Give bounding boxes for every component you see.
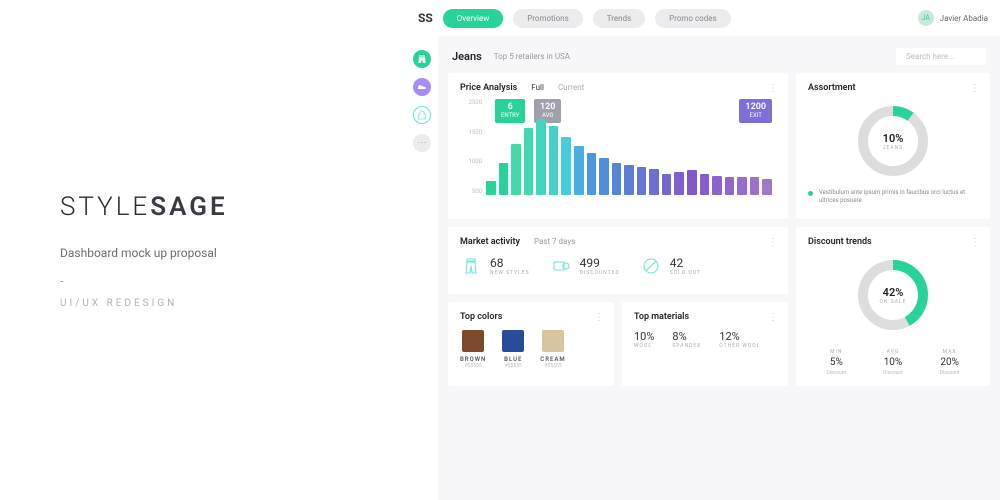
bag-icon[interactable] — [413, 106, 431, 124]
bar — [524, 128, 534, 195]
activity-icon — [640, 255, 662, 277]
material-item: 8%SPANDEX — [672, 330, 701, 349]
bar — [687, 170, 697, 195]
bar — [624, 165, 634, 195]
card-menu-icon[interactable]: ⋮ — [768, 83, 778, 94]
bar — [674, 172, 684, 195]
page-header: Jeans Top 5 retailers in USA Search here… — [448, 44, 990, 73]
discount-stat: AVG10%Discount — [883, 349, 903, 376]
activity-icon — [550, 255, 572, 277]
assortment-card: Assortment ⋮ 10%JEANS Vestibulum ante ip… — [796, 73, 990, 219]
legend-dot-icon — [808, 191, 813, 196]
activity-item: 42SOLD OUT — [640, 255, 701, 277]
page-subtitle: Top 5 retailers in USA — [494, 52, 570, 61]
price-tab-full[interactable]: Full — [531, 83, 544, 92]
bar — [637, 167, 647, 195]
avatar: JA — [918, 10, 934, 26]
market-activity-card: Market activityPast 7 days ⋮ 68NEW STYLE… — [448, 227, 788, 294]
bar — [762, 179, 772, 195]
activity-item: 68NEW STYLES — [460, 255, 530, 277]
top-materials-card: Top materials ⋮ 10%WOOL8%SPANDEX12%OTHER… — [622, 302, 788, 386]
price-tab-current[interactable]: Current — [558, 83, 584, 92]
intro-dash: - — [60, 274, 346, 288]
materials-row: 10%WOOL 8%SPANDEX 12%OTHER WOOL — [634, 330, 776, 349]
tab-promotions[interactable]: Promotions — [513, 9, 583, 28]
activity-row: 68NEW STYLES 499DISCOUNTED 42SOLD OUT — [460, 255, 776, 277]
assortment-legend: Vestibulum ante ipsum primis in faucibus… — [808, 189, 978, 205]
app-logo: SS — [418, 11, 433, 25]
bar — [612, 163, 622, 195]
price-title: Price Analysis — [460, 83, 517, 93]
intro-subtitle: Dashboard mock up proposal — [60, 246, 346, 260]
discount-stat: MIN5%Discount — [826, 349, 846, 376]
user-menu[interactable]: JA Javier Abadia — [918, 10, 988, 26]
assortment-donut: 10%JEANS — [853, 101, 933, 181]
bar — [649, 169, 659, 195]
search-input[interactable]: Search here... — [896, 48, 986, 65]
color-swatch — [542, 330, 564, 352]
bar — [574, 146, 584, 195]
pants-icon[interactable] — [413, 50, 431, 68]
color-item: CREAM#55555 — [540, 330, 565, 369]
bar — [499, 163, 509, 195]
discount-trends-card: Discount trends ⋮ 42%ON SALE MIN5%Discou… — [796, 227, 990, 386]
y-axis: 250015001000500 — [460, 99, 482, 195]
card-menu-icon[interactable]: ⋮ — [768, 312, 778, 323]
bar — [725, 177, 735, 195]
card-menu-icon[interactable]: ⋮ — [970, 237, 980, 248]
price-chart: 250015001000500 6ENTRY 120AVG 1200EXIT — [460, 99, 776, 209]
shoe-icon[interactable] — [413, 78, 431, 96]
page-title: Jeans — [452, 50, 482, 63]
bar — [486, 181, 496, 195]
user-name: Javier Abadia — [940, 14, 988, 23]
activity-icon — [460, 255, 482, 277]
topbar: SS Overview Promotions Trends Promo code… — [406, 0, 1000, 36]
app-frame: SS Overview Promotions Trends Promo code… — [406, 0, 1000, 500]
bar — [737, 177, 747, 195]
bar — [511, 144, 521, 195]
card-menu-icon[interactable]: ⋮ — [768, 237, 778, 248]
colors-row: BROWN#55555 BLUE#55555 CREAM#55555 — [460, 330, 602, 369]
bar — [549, 126, 559, 195]
content-area: Jeans Top 5 retailers in USA Search here… — [438, 36, 1000, 500]
tab-trends[interactable]: Trends — [593, 9, 645, 28]
bar — [587, 153, 597, 195]
bar — [561, 137, 571, 195]
color-item: BLUE#55555 — [502, 330, 524, 369]
tab-overview[interactable]: Overview — [443, 9, 503, 28]
discount-stats: MIN5%Discount AVG10%Discount MAX20%Discoun… — [808, 343, 978, 376]
color-swatch — [462, 330, 484, 352]
bar — [700, 174, 710, 195]
assortment-title: Assortment — [808, 83, 978, 93]
price-analysis-card: Price Analysis Full Current ⋮ 2500150010… — [448, 73, 788, 219]
bar — [712, 176, 722, 195]
color-item: BROWN#55555 — [460, 330, 486, 369]
top-colors-card: Top colors ⋮ BROWN#55555BLUE#55555CREAM#… — [448, 302, 614, 386]
more-icon[interactable]: ⋯ — [413, 134, 431, 152]
bar-container — [486, 107, 772, 195]
bar — [599, 158, 609, 195]
material-item: 12%OTHER WOOL — [719, 330, 760, 349]
discount-donut: 42%ON SALE — [853, 255, 933, 335]
bar — [536, 119, 546, 195]
activity-item: 499DISCOUNTED — [550, 255, 620, 277]
bar — [662, 174, 672, 195]
bar — [750, 177, 760, 195]
card-menu-icon[interactable]: ⋮ — [594, 312, 604, 323]
card-menu-icon[interactable]: ⋮ — [970, 83, 980, 94]
material-item: 10%WOOL — [634, 330, 654, 349]
intro-tag: UI/UX REDESIGN — [60, 298, 346, 309]
color-swatch — [502, 330, 524, 352]
brand-title: STYLESAGE — [60, 192, 346, 222]
discount-stat: MAX20%Discount — [940, 349, 960, 376]
intro-panel: STYLESAGE Dashboard mock up proposal - U… — [0, 0, 406, 500]
sidebar: ⋯ — [406, 36, 438, 500]
tab-promo-codes[interactable]: Promo codes — [655, 9, 730, 28]
